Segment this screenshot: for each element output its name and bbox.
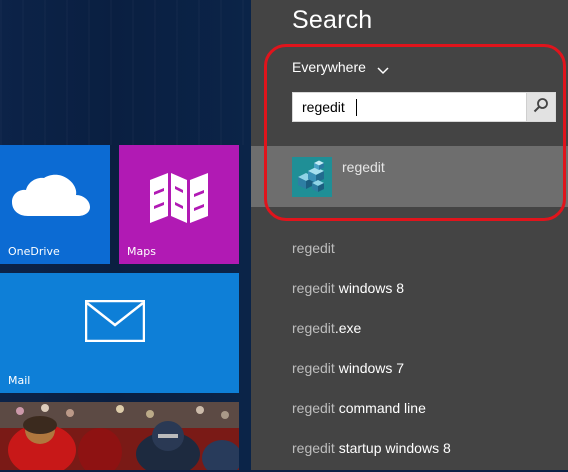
suggestion-typed: regedit	[292, 280, 335, 296]
tile-onedrive[interactable]: OneDrive	[0, 145, 110, 264]
tile-mail[interactable]: Mail	[0, 273, 239, 393]
photo-image	[0, 402, 239, 470]
start-screen: OneDrive Maps Mail	[0, 0, 251, 470]
tile-label: Mail	[8, 374, 31, 387]
best-match-label: regedit	[342, 159, 385, 175]
search-suggestion[interactable]: regedit command line	[292, 392, 451, 432]
suggestion-typed: regedit	[292, 400, 335, 416]
suggestion-completion: windows 7	[334, 360, 405, 376]
search-suggestion[interactable]: regedit startup windows 8	[292, 432, 451, 472]
search-scope-dropdown[interactable]: Everywhere	[292, 59, 389, 75]
search-icon	[533, 97, 549, 117]
search-suggestion[interactable]: regedit	[292, 232, 451, 272]
suggestion-typed: regedit	[292, 240, 335, 256]
tile-photo[interactable]	[0, 402, 239, 470]
text-cursor	[356, 99, 357, 116]
search-suggestion[interactable]: regedit.exe	[292, 312, 451, 352]
suggestion-typed: regedit	[292, 320, 335, 336]
cloud-icon	[12, 173, 90, 221]
search-charm: Search Everywhere regedit regedit regedi…	[251, 0, 568, 470]
search-scope-label: Everywhere	[292, 59, 366, 75]
suggestion-completion: startup windows 8	[334, 440, 451, 456]
search-button[interactable]	[526, 93, 555, 121]
map-icon	[148, 172, 210, 228]
search-charm-title: Search	[292, 6, 373, 34]
suggestion-completion: windows 8	[334, 280, 405, 296]
start-background-pattern	[0, 0, 251, 145]
tile-label: OneDrive	[8, 245, 60, 258]
suggestion-typed: regedit	[292, 440, 335, 456]
search-suggestion[interactable]: regedit windows 7	[292, 352, 451, 392]
registry-editor-icon	[292, 157, 332, 197]
suggestion-completion: .exe	[334, 320, 362, 336]
suggestion-typed: regedit	[292, 360, 335, 376]
search-input[interactable]	[293, 93, 526, 121]
search-suggestion[interactable]: regedit windows 8	[292, 272, 451, 312]
chevron-down-icon	[377, 62, 389, 78]
search-suggestions-list: regedit regedit windows 8 regedit.exe re…	[292, 232, 451, 472]
suggestion-completion: command line	[334, 400, 426, 416]
envelope-icon	[84, 299, 146, 346]
tile-label: Maps	[127, 245, 156, 258]
best-match-result[interactable]: regedit	[251, 146, 568, 207]
tile-maps[interactable]: Maps	[119, 145, 239, 264]
search-box	[292, 92, 556, 122]
